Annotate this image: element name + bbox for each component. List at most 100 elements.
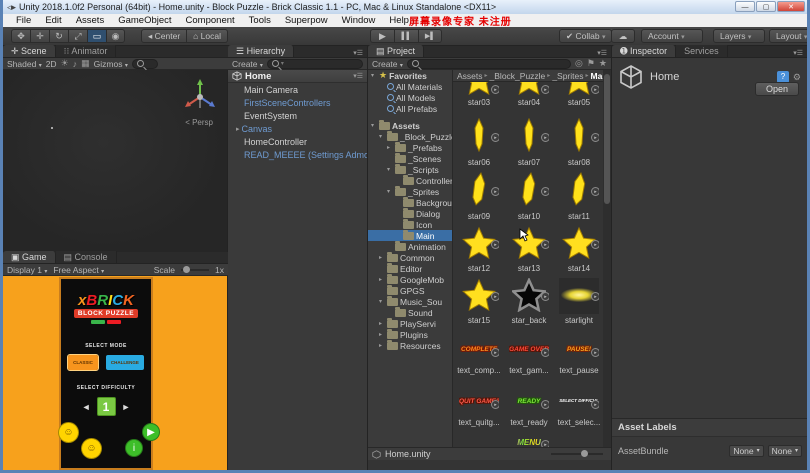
- tree-item-assets[interactable]: ▾ Assets: [368, 120, 452, 131]
- hierarchy-create-dropdown[interactable]: Create ▾: [232, 59, 263, 69]
- project-create-dropdown[interactable]: Create ▾: [372, 59, 403, 69]
- expander-icon[interactable]: ▸: [379, 254, 385, 261]
- tree-item-animation[interactable]: Animation: [368, 241, 452, 252]
- icon-size-slider[interactable]: [551, 450, 603, 457]
- asset-item-text_pause[interactable]: PAUSE! ▸ text_pause: [555, 338, 603, 375]
- breadcrumb-segment[interactable]: _Block_Puzzle: [490, 71, 546, 81]
- collab-button[interactable]: ✔ Collab ▾: [559, 29, 613, 43]
- tab-services[interactable]: Services: [676, 45, 728, 57]
- asset-item-star05[interactable]: ▸ star05: [555, 82, 603, 107]
- tab-inspector[interactable]: ➊ Inspector: [612, 45, 677, 57]
- game-round-button-1[interactable]: ☺: [81, 438, 102, 459]
- tree-item-common[interactable]: ▸ Common: [368, 252, 452, 263]
- sprite-expander-badge[interactable]: ▸: [591, 187, 599, 197]
- tab-project[interactable]: ▤ Project: [368, 45, 425, 57]
- scene-audio-icon[interactable]: ♪: [73, 59, 78, 69]
- pause-button[interactable]: ▌▌: [394, 29, 418, 43]
- hierarchy-item[interactable]: HomeController: [228, 135, 367, 148]
- expander-icon[interactable]: ▸: [379, 276, 385, 283]
- expander-icon[interactable]: ▸: [387, 144, 393, 151]
- hierarchy-search-input[interactable]: ▾: [266, 58, 363, 69]
- sprite-expander-badge[interactable]: ▸: [591, 400, 599, 410]
- asset-item[interactable]: MENU ▸: [505, 434, 553, 447]
- tab-animator[interactable]: ⁝⁝ Animator: [55, 45, 117, 57]
- expander-icon[interactable]: ▸: [379, 331, 385, 338]
- project-search-input[interactable]: [406, 58, 571, 69]
- sprite-expander-badge[interactable]: ▸: [541, 439, 549, 447]
- play-button[interactable]: ▶: [370, 29, 394, 43]
- scene-search-input[interactable]: [131, 58, 158, 69]
- tree-item-all materials[interactable]: All Materials: [368, 81, 452, 92]
- save-search-icon[interactable]: ★: [599, 58, 607, 69]
- menu-tools[interactable]: Tools: [242, 15, 278, 26]
- sprite-expander-badge[interactable]: ▸: [541, 400, 549, 410]
- menu-assets[interactable]: Assets: [69, 15, 112, 26]
- asset-item-star08[interactable]: ▸ star08: [555, 118, 603, 167]
- sprite-expander-badge[interactable]: ▸: [541, 292, 549, 302]
- asset-item-star06[interactable]: ▸ star06: [455, 118, 503, 167]
- game-round-button-2[interactable]: i: [125, 439, 143, 457]
- minimize-button[interactable]: —: [735, 1, 755, 12]
- assetbundle-variant-dropdown[interactable]: None ▾: [767, 445, 802, 457]
- scene-lighting-icon[interactable]: ☀: [61, 58, 69, 69]
- hand-tool-icon[interactable]: ✥: [11, 29, 30, 43]
- asset-item-star09[interactable]: ▸ star09: [455, 172, 503, 221]
- sprite-expander-badge[interactable]: ▸: [591, 133, 599, 143]
- asset-item-text_selec...[interactable]: SELECT DIFFICUL ▸ text_selec...: [555, 390, 603, 427]
- asset-item-text_comp...[interactable]: COMPLETE ▸ text_comp...: [455, 338, 503, 375]
- tree-item-_prefabs[interactable]: ▸ _Prefabs: [368, 142, 452, 153]
- expander-icon[interactable]: ▾: [387, 188, 393, 195]
- tree-item-googlemob[interactable]: ▸ GoogleMob: [368, 274, 452, 285]
- difficulty-right-arrow[interactable]: ►: [122, 402, 131, 412]
- tree-item-_block_puzzle[interactable]: ▾ _Block_Puzzle: [368, 131, 452, 142]
- cloud-icon[interactable]: ☁: [611, 29, 635, 43]
- shading-dropdown[interactable]: Shaded ▾: [7, 59, 42, 69]
- tree-item-_scenes[interactable]: _Scenes: [368, 153, 452, 164]
- display-dropdown[interactable]: Display 1 ▾: [7, 265, 47, 275]
- scene-effects-icon[interactable]: ▦: [81, 58, 90, 69]
- asset-item-star14[interactable]: ▸ star14: [555, 226, 603, 273]
- tree-item-_scripts[interactable]: ▾ _Scripts: [368, 164, 452, 175]
- sprite-expander-badge[interactable]: ▸: [591, 292, 599, 302]
- rect-tool-icon[interactable]: ▭: [87, 29, 106, 43]
- sprite-expander-badge[interactable]: ▸: [491, 240, 499, 250]
- tree-item-icon[interactable]: Icon: [368, 219, 452, 230]
- asset-item-text_ready[interactable]: READY ▸ text_ready: [505, 390, 553, 427]
- assetbundle-dropdown[interactable]: None ▾: [729, 445, 764, 457]
- gizmos-dropdown[interactable]: Gizmos ▾: [94, 59, 128, 69]
- hierarchy-item[interactable]: ▸ Canvas: [228, 122, 367, 135]
- tree-item-editor[interactable]: Editor: [368, 263, 452, 274]
- tab-scene[interactable]: ✛ Scene: [3, 45, 56, 57]
- sprite-expander-badge[interactable]: ▸: [541, 133, 549, 143]
- grid-scrollbar[interactable]: [603, 70, 611, 447]
- project-panel-menu-icon[interactable]: ▾☰: [597, 47, 611, 57]
- asset-labels-header[interactable]: Asset Labels: [612, 418, 807, 437]
- tree-item-main[interactable]: Main: [368, 230, 452, 241]
- tree-item-all prefabs[interactable]: All Prefabs: [368, 103, 452, 114]
- expander-icon[interactable]: ▾: [379, 133, 385, 140]
- rotate-tool-icon[interactable]: ↻: [49, 29, 68, 43]
- asset-item-star13[interactable]: ▸ star13: [505, 226, 553, 273]
- tab-game[interactable]: ▣ Game: [3, 251, 56, 263]
- aspect-dropdown[interactable]: Free Aspect ▾: [53, 265, 104, 275]
- space-toggle[interactable]: ⌂ Local: [187, 29, 228, 43]
- tree-item-background[interactable]: Background: [368, 197, 452, 208]
- asset-item-text_gam...[interactable]: GAME OVER ▸ text_gam...: [505, 338, 553, 375]
- expander-icon[interactable]: ▾: [371, 122, 377, 129]
- sprite-expander-badge[interactable]: ▸: [591, 348, 599, 358]
- menu-superpow[interactable]: Superpow: [278, 15, 335, 26]
- sprite-expander-badge[interactable]: ▸: [541, 187, 549, 197]
- transform-tool-icon[interactable]: ◉: [106, 29, 125, 43]
- gear-icon[interactable]: ⚙: [793, 72, 801, 83]
- expander-icon[interactable]: ▸: [379, 320, 385, 327]
- search-by-label-icon[interactable]: ⚑: [587, 58, 595, 69]
- sprite-expander-badge[interactable]: ▸: [491, 292, 499, 302]
- menu-edit[interactable]: Edit: [38, 15, 68, 26]
- expander-icon[interactable]: ▸: [379, 342, 385, 349]
- tree-item-all models[interactable]: All Models: [368, 92, 452, 103]
- close-button[interactable]: ✕: [777, 1, 805, 12]
- asset-item-star07[interactable]: ▸ star07: [505, 118, 553, 167]
- sprite-expander-badge[interactable]: ▸: [591, 240, 599, 250]
- scene-header-menu-icon[interactable]: ▾☰: [353, 72, 363, 80]
- maximize-button[interactable]: ▢: [756, 1, 776, 12]
